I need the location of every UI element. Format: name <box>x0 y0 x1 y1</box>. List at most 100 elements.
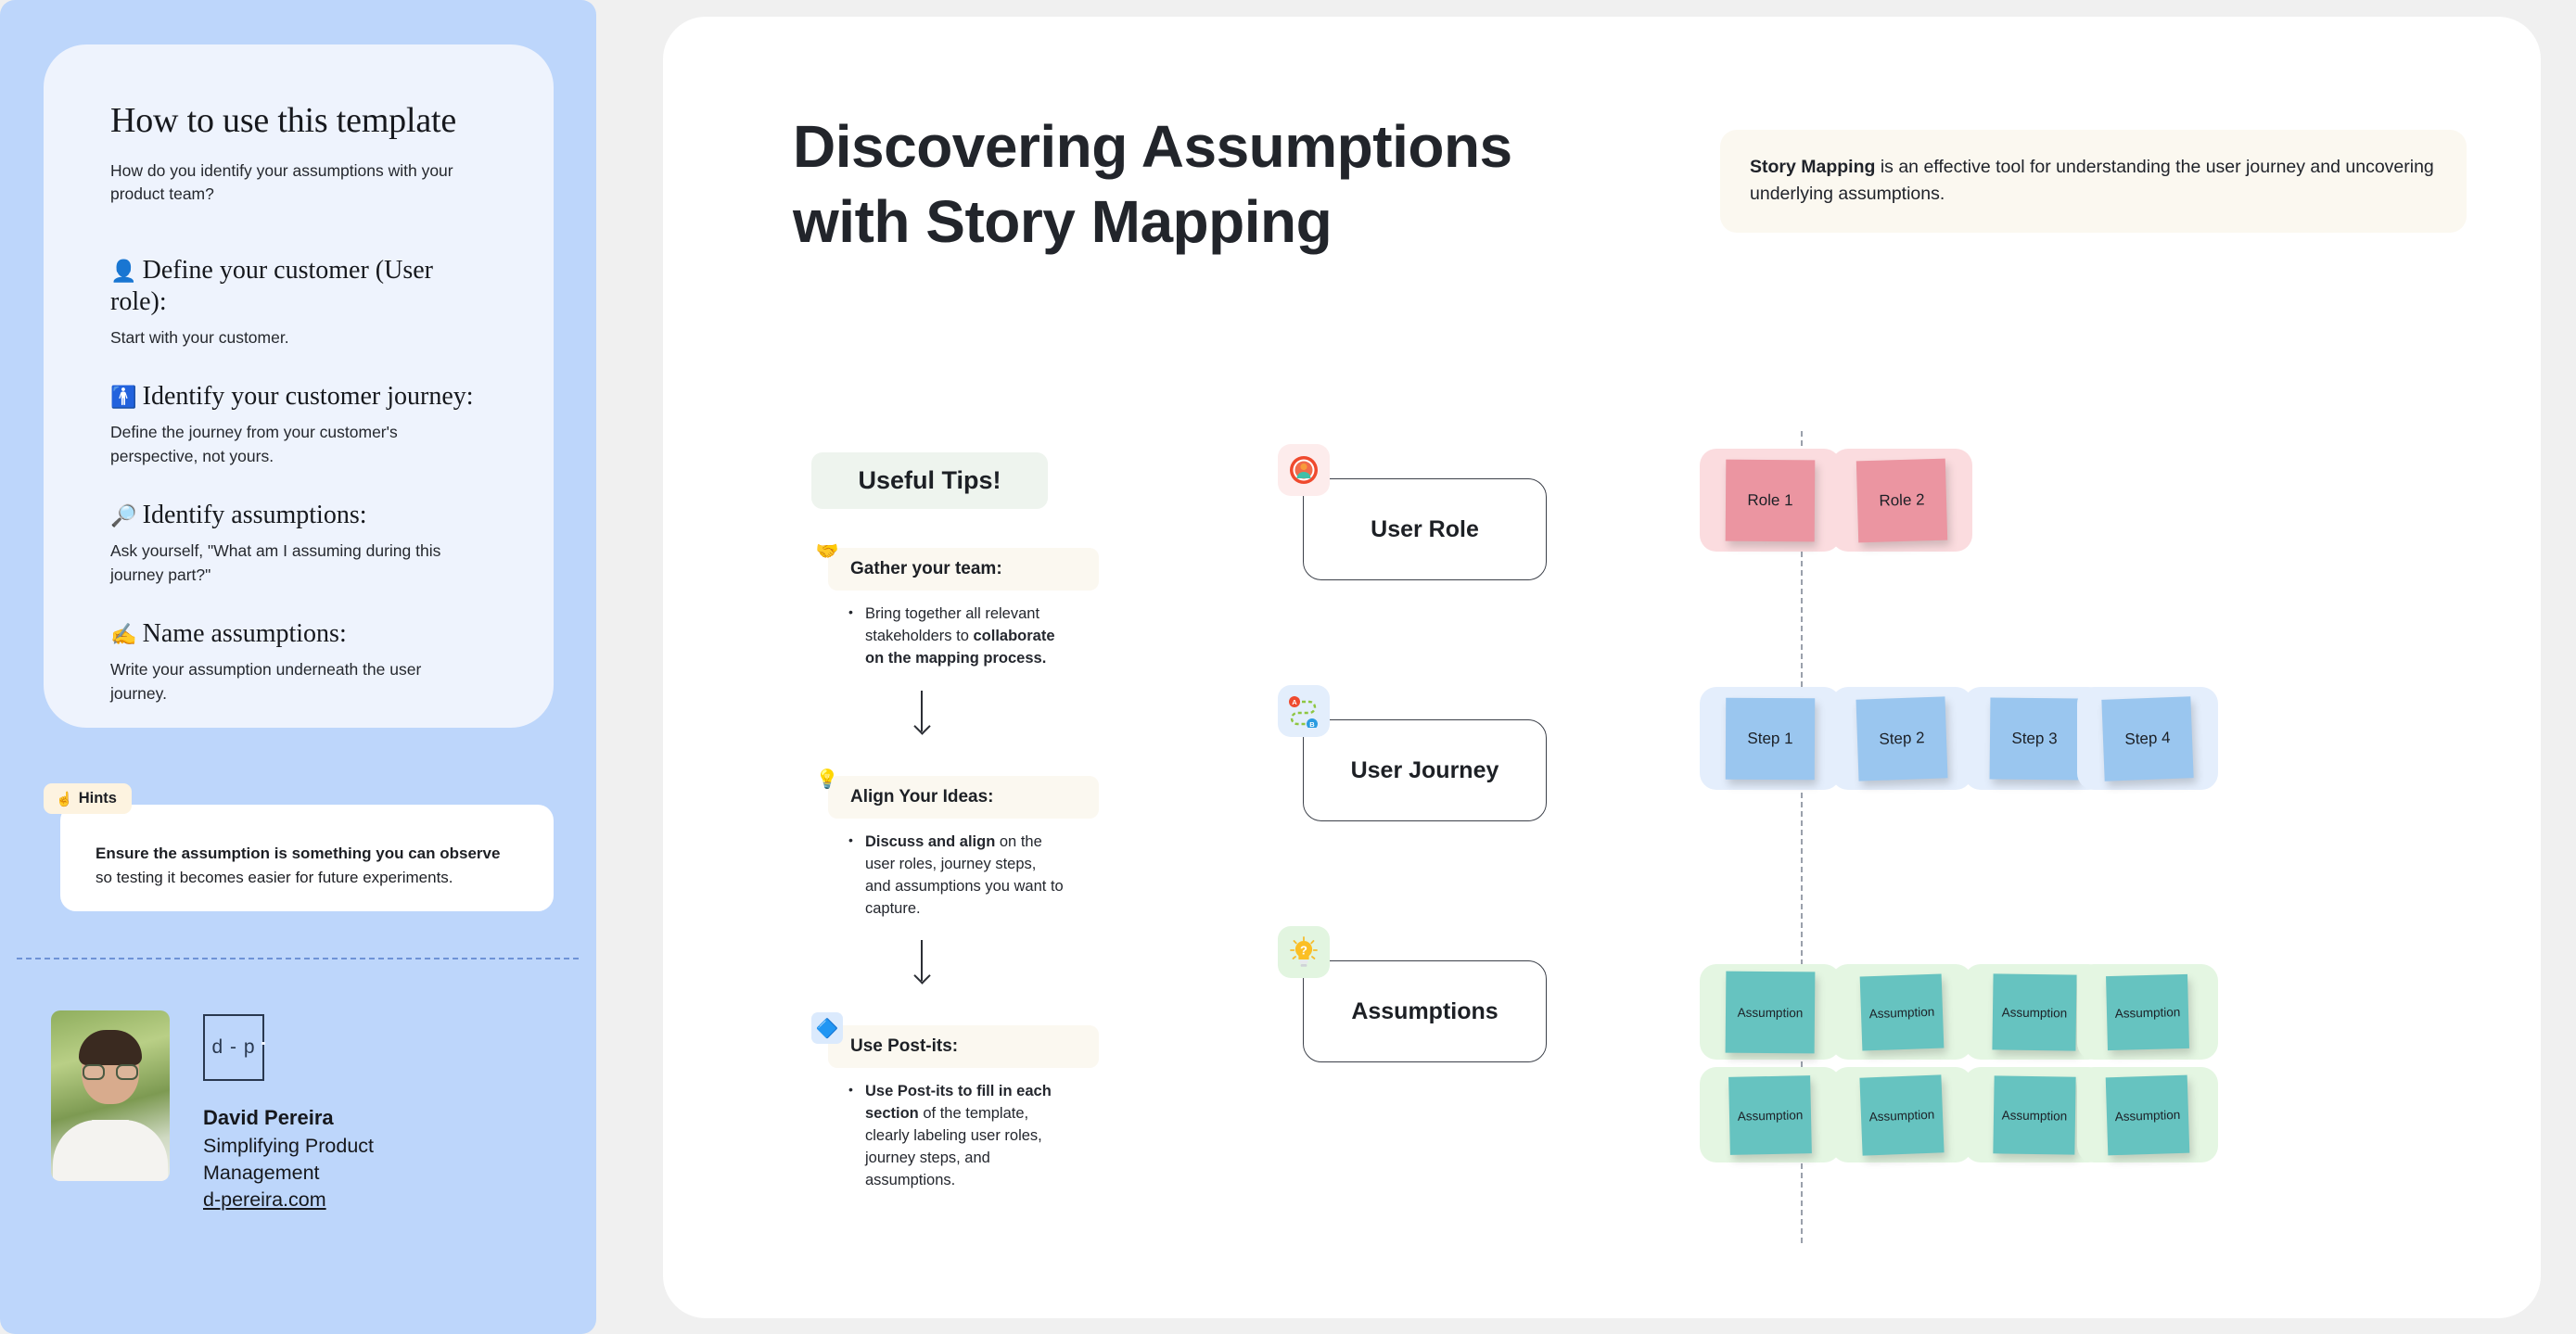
how-to-step-3: 🔎 Identify assumptions: Ask yourself, "Wh… <box>110 500 487 587</box>
how-to-title: How to use this template <box>110 101 457 140</box>
assumption-cell-r2c4[interactable]: Assumption <box>2077 1067 2218 1162</box>
postit-note[interactable]: Step 1 <box>1725 697 1816 780</box>
section-label-user-journey[interactable]: A B User Journey <box>1278 685 1547 821</box>
arrow-down-icon-2 <box>921 940 923 982</box>
author-avatar <box>51 1010 170 1181</box>
journey-icon: 🚹 <box>110 386 137 411</box>
callout-text: Story Mapping is an effective tool for u… <box>1750 154 2435 209</box>
page-title: Discovering Assumptions with Story Mappi… <box>793 113 1512 255</box>
route-a-to-b-glyph: A B <box>1289 696 1318 728</box>
how-to-step-2-heading: 🚹 Identify your customer journey: <box>110 382 474 412</box>
author-name: David Pereira <box>203 1106 334 1129</box>
how-to-step-3-body: Ask yourself, "What am I assuming during… <box>110 541 441 584</box>
hints-text: Ensure the assumption is something you c… <box>96 842 520 891</box>
hints-rest-text: so testing it becomes easier for future … <box>96 869 453 887</box>
hints-bold-text: Ensure the assumption is something you c… <box>96 845 501 862</box>
postit-note[interactable]: Assumption <box>1992 972 2077 1051</box>
assumption-cell-r1c2[interactable]: Assumption <box>1831 964 1972 1060</box>
how-to-step-4-heading: ✍️ Name assumptions: <box>110 619 347 649</box>
handshake-icon: 🤝 <box>815 540 839 562</box>
tip-bullets-use-postits: Use Post-its to fill in each section of … <box>848 1080 1099 1192</box>
postit-note[interactable]: Step 4 <box>2101 695 2194 781</box>
route-a-to-b-icon: A B <box>1278 685 1330 737</box>
tip-heading-use-postits: Use Post-its: <box>828 1025 1099 1069</box>
section-label-user-role[interactable]: User Role <box>1278 444 1547 580</box>
pointing-finger-icon: ☝️ <box>56 790 73 807</box>
tip-heading-gather-team: Gather your team: <box>828 548 1099 591</box>
arrow-down-icon-1 <box>921 690 923 731</box>
postit-note[interactable]: Step 2 <box>1855 695 1948 781</box>
postit-note[interactable]: Assumption <box>1725 971 1816 1053</box>
useful-tips-header: Useful Tips! <box>811 452 1048 509</box>
tip-bullets-align-ideas: Discuss and align on the user roles, jou… <box>848 831 1099 921</box>
postit-note[interactable]: Assumption <box>1728 1074 1812 1155</box>
postit-note[interactable]: Assumption <box>1993 1074 2076 1155</box>
svg-text:?: ? <box>1300 944 1307 958</box>
screen-root: How to use this template How do you iden… <box>0 0 2576 1334</box>
role-cell-1[interactable]: Role 1 <box>1700 449 1841 552</box>
how-to-step-1-heading: 👤 Define your customer (User role): <box>110 255 433 316</box>
step-cell-1[interactable]: Step 1 <box>1700 687 1841 790</box>
how-to-step-1-body: Start with your customer. <box>110 327 289 347</box>
tip-block-use-postits: 🔷 Use Post-its: Use Post-its to fill in … <box>811 1012 1099 1192</box>
role-cell-2[interactable]: Role 2 <box>1831 449 1972 552</box>
author-card: d - p David Pereira Simplifying Product … <box>51 1010 416 1212</box>
how-to-step-4-body: Write your assumption underneath the use… <box>110 660 422 703</box>
writing-hand-icon: ✍️ <box>110 623 137 648</box>
author-details: d - p David Pereira Simplifying Product … <box>203 1010 416 1212</box>
sidebar-divider <box>17 958 579 959</box>
list-item: Discuss and align on the user roles, jou… <box>848 831 1064 921</box>
main-canvas: Discovering Assumptions with Story Mappi… <box>663 17 2541 1318</box>
how-to-use-card: How to use this template How do you iden… <box>44 44 554 728</box>
author-logo: d - p <box>203 1014 265 1081</box>
how-to-subtitle: How do you identify your assumptions wit… <box>110 160 453 204</box>
callout-bold-lead: Story Mapping <box>1750 157 1876 177</box>
list-item: Bring together all relevant stakeholders… <box>848 603 1064 670</box>
useful-tips-column: Useful Tips! 🤝 Gather your team: Bring t… <box>811 452 1099 1192</box>
how-to-step-4: ✍️ Name assumptions: Write your assumptio… <box>110 618 487 705</box>
author-website-link[interactable]: d-pereira.com <box>203 1188 326 1212</box>
section-label-user-role-text: User Role <box>1371 515 1479 542</box>
avatar-glasses-icon <box>83 1064 138 1080</box>
tip-block-align-ideas: 💡 Align Your Ideas: Discuss and align on… <box>811 768 1099 921</box>
hints-card: Ensure the assumption is something you c… <box>60 805 554 911</box>
postit-note[interactable]: Assumption <box>1859 972 1945 1051</box>
postit-note[interactable]: Assumption <box>1859 1074 1945 1156</box>
postit-note[interactable]: Assumption <box>2106 973 2189 1050</box>
assumption-cell-r2c2[interactable]: Assumption <box>1831 1067 1972 1162</box>
how-to-step-2: 🚹 Identify your customer journey: Define … <box>110 381 487 468</box>
how-to-step-2-body: Define the journey from your customer's … <box>110 423 398 465</box>
magnifier-icon: 🔎 <box>110 504 137 529</box>
user-avatar-icon <box>1278 444 1330 496</box>
postit-note[interactable]: Role 1 <box>1725 459 1816 541</box>
hints-badge-label: Hints <box>78 790 117 807</box>
story-mapping-callout: Story Mapping is an effective tool for u… <box>1720 130 2467 233</box>
hints-badge: ☝️ Hints <box>44 783 132 814</box>
how-to-step-1: 👤 Define your customer (User role): Start… <box>110 255 487 350</box>
tip-block-gather-team: 🤝 Gather your team: Bring together all r… <box>811 540 1099 670</box>
postit-note[interactable]: Step 3 <box>1989 696 2080 781</box>
postit-note[interactable]: Role 2 <box>1855 458 1948 542</box>
postit-shapes-icon: 🔷 <box>811 1012 843 1045</box>
left-sidebar: How to use this template How do you iden… <box>0 0 596 1334</box>
list-item: Use Post-its to fill in each section of … <box>848 1080 1064 1192</box>
postit-note[interactable]: Assumption <box>2105 1074 2190 1155</box>
question-bulb-glyph: ? <box>1290 936 1318 967</box>
avatar-hair <box>79 1030 142 1065</box>
assumption-cell-r1c4[interactable]: Assumption <box>2077 964 2218 1060</box>
section-label-assumptions[interactable]: ? Assumptions <box>1278 926 1547 1062</box>
author-role: Simplifying Product Management <box>203 1135 375 1185</box>
person-icon: 👤 <box>110 259 137 284</box>
user-avatar-glyph <box>1290 456 1318 484</box>
section-label-assumptions-text: Assumptions <box>1351 997 1498 1024</box>
tip-bullets-gather-team: Bring together all relevant stakeholders… <box>848 603 1099 670</box>
question-bulb-icon: ? <box>1278 926 1330 978</box>
assumption-cell-r2c1[interactable]: Assumption <box>1700 1067 1841 1162</box>
step-cell-4[interactable]: Step 4 <box>2077 687 2218 790</box>
lightbulb-icon: 💡 <box>815 767 839 790</box>
how-to-step-3-heading: 🔎 Identify assumptions: <box>110 501 367 530</box>
tip-heading-align-ideas: Align Your Ideas: <box>828 775 1099 819</box>
step-cell-2[interactable]: Step 2 <box>1831 687 1972 790</box>
assumption-cell-r1c1[interactable]: Assumption <box>1700 964 1841 1060</box>
svg-text:A: A <box>1292 698 1297 706</box>
